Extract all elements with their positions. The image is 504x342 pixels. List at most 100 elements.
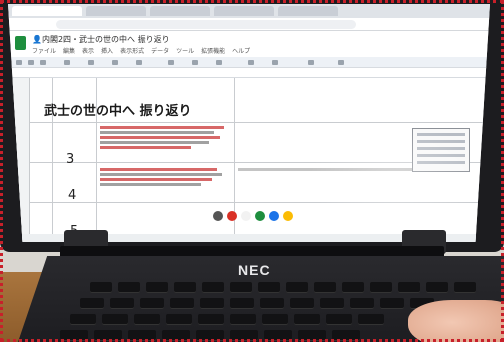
menu-item-edit[interactable]: 編集 xyxy=(63,46,75,55)
keyboard-key[interactable] xyxy=(260,298,284,309)
sheets-header: 👤内閣2四・武士の世の中へ 振り返り ファイル 編集 表示 挿入 表示形式 デー… xyxy=(8,31,490,57)
menu-bar: ファイル 編集 表示 挿入 表示形式 データ ツール 拡張機能 ヘルプ xyxy=(32,46,250,55)
keyboard-key[interactable] xyxy=(70,314,96,325)
screen-glare xyxy=(308,124,488,234)
user-hand xyxy=(408,300,504,342)
menu-item-data[interactable]: データ xyxy=(151,46,169,55)
browser-tab[interactable] xyxy=(278,6,338,16)
menu-item-file[interactable]: ファイル xyxy=(32,46,56,55)
keyboard-key[interactable] xyxy=(332,330,360,341)
keyboard-key[interactable] xyxy=(198,314,224,325)
keyboard-key[interactable] xyxy=(426,282,448,293)
menu-item-tools[interactable]: ツール xyxy=(176,46,194,55)
laptop-screen: 👤内閣2四・武士の世の中へ 振り返り ファイル 編集 表示 挿入 表示形式 デー… xyxy=(8,4,490,242)
toolbar-button[interactable] xyxy=(40,60,46,65)
keyboard-key[interactable] xyxy=(290,298,314,309)
dock-app-icon[interactable] xyxy=(241,211,251,221)
keyboard-key[interactable] xyxy=(170,298,194,309)
menu-item-help[interactable]: ヘルプ xyxy=(232,46,250,55)
reflection-text-cell[interactable] xyxy=(100,124,230,160)
keyboard-key[interactable] xyxy=(230,314,256,325)
reflection-text-cell[interactable] xyxy=(100,166,230,200)
laptop-screen-bezel: 👤内閣2四・武士の世の中へ 振り返り ファイル 編集 表示 挿入 表示形式 デー… xyxy=(0,0,504,252)
keyboard-key[interactable] xyxy=(398,282,420,293)
keyboard-key[interactable] xyxy=(134,314,160,325)
formula-bar[interactable] xyxy=(8,68,490,78)
address-bar xyxy=(8,18,490,31)
toolbar-button[interactable] xyxy=(216,60,222,65)
keyboard-key[interactable] xyxy=(350,298,374,309)
menu-item-view[interactable]: 表示 xyxy=(82,46,94,55)
brand-logo: NEC xyxy=(238,262,271,278)
menu-item-insert[interactable]: 挿入 xyxy=(101,46,113,55)
dock-app-icon[interactable] xyxy=(227,211,237,221)
browser-tab[interactable] xyxy=(214,6,274,16)
keyboard-key[interactable] xyxy=(128,330,156,341)
menu-item-extensions[interactable]: 拡張機能 xyxy=(201,46,225,55)
toolbar-button[interactable] xyxy=(272,60,278,65)
toolbar-button[interactable] xyxy=(192,60,198,65)
keyboard-key[interactable] xyxy=(258,282,280,293)
keyboard-key[interactable] xyxy=(286,282,308,293)
browser-tab[interactable] xyxy=(86,6,146,16)
keyboard-key[interactable] xyxy=(262,314,288,325)
dock-app-icon[interactable] xyxy=(213,211,223,221)
browser-tab-bar xyxy=(8,4,490,18)
keyboard-key[interactable] xyxy=(358,314,384,325)
keyboard-key[interactable] xyxy=(230,282,252,293)
keyboard-key[interactable] xyxy=(174,282,196,293)
keyboard-key[interactable] xyxy=(294,314,320,325)
toolbar-button[interactable] xyxy=(168,60,174,65)
browser-tab[interactable] xyxy=(150,6,210,16)
keyboard-key[interactable] xyxy=(380,298,404,309)
toolbar-button[interactable] xyxy=(28,60,34,65)
taskbar-dock xyxy=(213,211,293,221)
row-number-cell: 3 xyxy=(66,152,75,167)
keyboard-key[interactable] xyxy=(60,330,88,341)
row-header-column xyxy=(8,78,30,242)
toolbar-button[interactable] xyxy=(136,60,142,65)
sheets-logo-icon[interactable] xyxy=(15,36,26,50)
keyboard-key[interactable] xyxy=(454,282,476,293)
keyboard-key[interactable] xyxy=(202,282,224,293)
toolbar-button[interactable] xyxy=(16,60,22,65)
keyboard-key[interactable] xyxy=(320,298,344,309)
toolbar-button[interactable] xyxy=(308,60,314,65)
grid-line xyxy=(30,122,490,123)
keyboard-key[interactable] xyxy=(102,314,128,325)
keyboard-key[interactable] xyxy=(166,314,192,325)
keyboard-key[interactable] xyxy=(162,330,190,341)
document-title[interactable]: 👤内閣2四・武士の世の中へ 振り返り xyxy=(32,34,170,45)
toolbar-button[interactable] xyxy=(112,60,118,65)
keyboard-key[interactable] xyxy=(342,282,364,293)
toolbar-button[interactable] xyxy=(88,60,94,65)
keyboard-key[interactable] xyxy=(196,330,224,341)
toolbar-button[interactable] xyxy=(64,60,70,65)
toolbar-button[interactable] xyxy=(338,60,344,65)
keyboard-key[interactable] xyxy=(314,282,336,293)
dock-app-icon[interactable] xyxy=(255,211,265,221)
keyboard-key[interactable] xyxy=(90,282,112,293)
keyboard-key[interactable] xyxy=(230,330,258,341)
keyboard-key[interactable] xyxy=(140,298,164,309)
keyboard-key[interactable] xyxy=(80,298,104,309)
keyboard-key[interactable] xyxy=(370,282,392,293)
keyboard-key[interactable] xyxy=(200,298,224,309)
keyboard-key[interactable] xyxy=(230,298,254,309)
dock-app-icon[interactable] xyxy=(283,211,293,221)
keyboard-key[interactable] xyxy=(110,298,134,309)
keyboard-key[interactable] xyxy=(94,330,122,341)
keyboard-key[interactable] xyxy=(264,330,292,341)
toolbar-button[interactable] xyxy=(248,60,254,65)
keyboard-key[interactable] xyxy=(118,282,140,293)
browser-tab[interactable] xyxy=(12,6,82,16)
url-field[interactable] xyxy=(56,20,356,29)
row-number-cell: 4 xyxy=(68,188,77,203)
keyboard-key[interactable] xyxy=(326,314,352,325)
sheet-heading: 武士の世の中へ 振り返り xyxy=(44,104,192,119)
dock-app-icon[interactable] xyxy=(269,211,279,221)
keyboard-key[interactable] xyxy=(298,330,326,341)
menu-item-format[interactable]: 表示形式 xyxy=(120,46,144,55)
sheets-toolbar xyxy=(8,57,490,68)
keyboard-key[interactable] xyxy=(146,282,168,293)
